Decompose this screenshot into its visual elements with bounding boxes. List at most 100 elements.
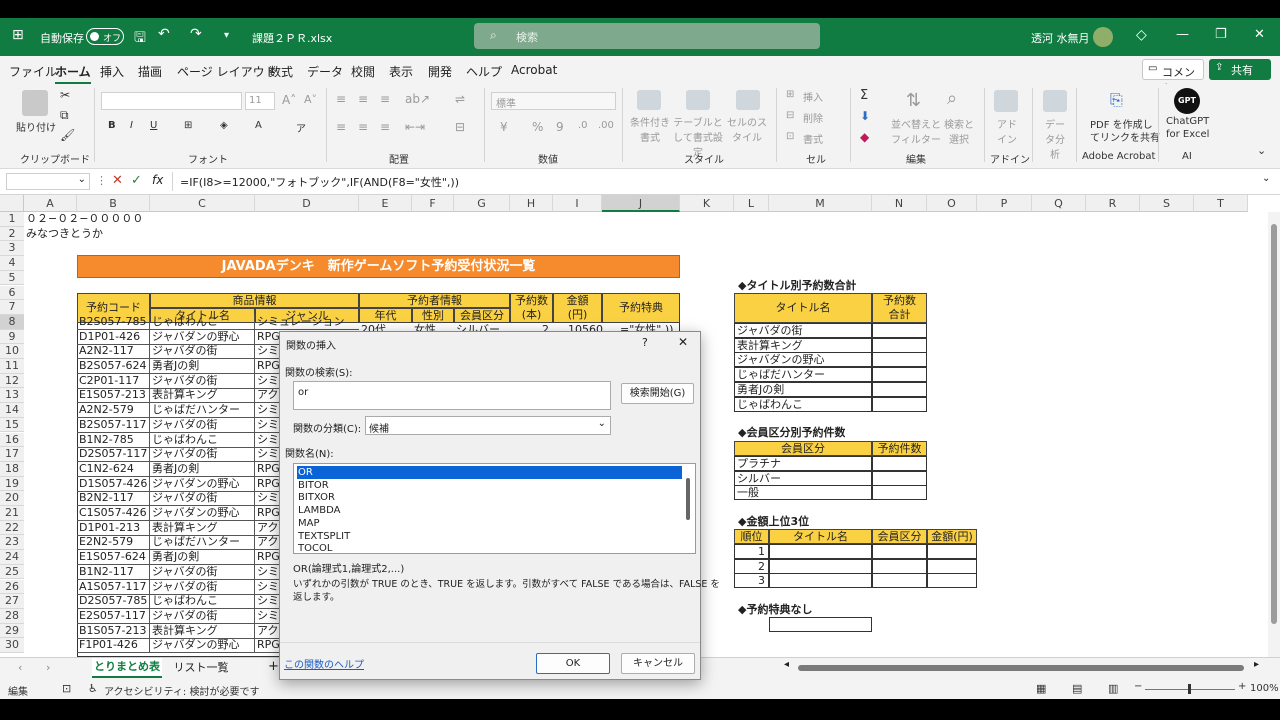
expand-formula-icon[interactable]: ⌄ [1262, 173, 1270, 184]
header-sex[interactable]: 性別 [412, 308, 454, 323]
cell-title[interactable]: ジャバダの街 [150, 447, 255, 463]
cell-code[interactable]: A2N2-579 [77, 403, 150, 419]
redo-icon[interactable]: ↷ [190, 26, 202, 42]
cell-code[interactable]: D2S057-785 [77, 594, 150, 610]
side3-header-member[interactable]: 会員区分 [872, 529, 927, 544]
cell-title[interactable]: ジャバダの街 [150, 579, 255, 595]
name-box[interactable]: ⌄ [6, 173, 90, 190]
side3_rows-cell[interactable] [769, 558, 872, 574]
bold-icon[interactable]: B [108, 120, 116, 131]
side2_rows-cell[interactable]: シルバー [734, 470, 872, 486]
sort-filter-icon[interactable]: ⇅ [906, 90, 921, 111]
autosave-toggle[interactable]: オフ [86, 28, 124, 45]
font-size-select[interactable]: 11 [245, 92, 275, 110]
cell-title[interactable]: じゃばわんこ [150, 432, 255, 448]
column-header-d[interactable]: D [255, 195, 359, 212]
restore-icon[interactable]: ❐ [1215, 27, 1227, 42]
side1-header-title[interactable]: タイトル名 [734, 293, 872, 323]
header-qty[interactable]: 予約数 (本) [510, 293, 553, 323]
align-center-icon[interactable]: ≡ [358, 120, 368, 134]
close-window-icon[interactable]: ✕ [1254, 27, 1265, 42]
row-header-19[interactable]: 19 [0, 476, 24, 492]
side3_rows-cell[interactable]: 3 [734, 573, 769, 589]
side2_rows-cell[interactable] [872, 485, 927, 501]
row-header-25[interactable]: 25 [0, 564, 24, 580]
cell-title[interactable]: 勇者Jの剣 [150, 461, 255, 477]
function-item-textsplit[interactable]: TEXTSPLIT [297, 530, 682, 543]
insert-cells-icon[interactable]: ⊞ [786, 89, 794, 100]
accessibility-icon[interactable]: ♿ [88, 682, 98, 695]
side3_rows-cell[interactable] [872, 558, 927, 574]
row-header-23[interactable]: 23 [0, 535, 24, 551]
column-header-g[interactable]: G [454, 195, 510, 212]
side3_rows-cell[interactable] [769, 573, 872, 589]
cell-title[interactable]: 表計算キング [150, 388, 255, 404]
side3_rows-cell[interactable]: 1 [734, 544, 769, 559]
header-product[interactable]: 商品情報 [150, 293, 359, 308]
column-header-e[interactable]: E [359, 195, 412, 212]
cell-code[interactable]: E1S057-213 [77, 388, 150, 404]
side2_rows-cell[interactable]: 一般 [734, 485, 872, 501]
header-age[interactable]: 年代 [359, 308, 412, 323]
cell-a2[interactable]: みなつきとうか [24, 227, 103, 241]
column-header-n[interactable]: N [872, 195, 927, 212]
align-top-icon[interactable]: ≡ [336, 92, 346, 106]
column-header-o[interactable]: O [927, 195, 977, 212]
column-header-k[interactable]: K [680, 195, 734, 212]
function-help-link[interactable]: この関数のヘルプ [284, 656, 364, 671]
row-header-30[interactable]: 30 [0, 638, 24, 653]
banner-title[interactable]: JAVADAデンキ 新作ゲームソフト予約受付状況一覧 [77, 255, 680, 278]
cell-code[interactable]: A1S057-117 [77, 579, 150, 595]
header-amount[interactable]: 金額 (円) [553, 293, 602, 323]
align-left-icon[interactable]: ≡ [336, 120, 346, 134]
side1_rows-cell[interactable] [872, 352, 927, 368]
number-format-select[interactable]: 標準 [491, 92, 616, 110]
file-name[interactable]: 課題２ＰＲ.xlsx [252, 30, 332, 46]
column-header-r[interactable]: R [1086, 195, 1140, 212]
scroll-left-icon[interactable]: ◂ [784, 659, 789, 670]
zoom-out-icon[interactable]: − [1134, 681, 1142, 692]
cell-genre[interactable]: シミュレーション [255, 315, 359, 330]
no-bonus-cell[interactable] [769, 617, 872, 632]
tab-draw[interactable]: 描画 [138, 63, 162, 80]
font-name-select[interactable] [101, 92, 242, 110]
row-header-2[interactable]: 2 [0, 226, 24, 242]
wrap-text-icon[interactable]: ⇌ [455, 92, 465, 106]
cell-title[interactable]: じゃばわんこ [150, 314, 255, 330]
cell-title[interactable]: 表計算キング [150, 520, 255, 536]
decimal-dec-icon[interactable]: .00 [598, 120, 614, 131]
data-analysis-label[interactable]: データ分析 [1043, 116, 1067, 161]
page-break-view-icon[interactable]: ▥ [1108, 682, 1118, 695]
find-select-label[interactable]: 検索と選択 [940, 116, 978, 146]
row-header-20[interactable]: 20 [0, 491, 24, 506]
row-header-21[interactable]: 21 [0, 506, 24, 521]
column-header-a[interactable]: A [24, 195, 77, 212]
side-title-top3[interactable]: ◆金額上位3位 [736, 515, 809, 529]
row-header-3[interactable]: 3 [0, 241, 24, 257]
side1_rows-cell[interactable] [872, 337, 927, 353]
name-box-dropdown-icon[interactable]: ⌄ [78, 174, 86, 185]
column-header-m[interactable]: M [769, 195, 872, 212]
cell-title[interactable]: ジャバダンの野心 [150, 638, 255, 654]
tab-page-layout[interactable]: ページ レイアウト [177, 63, 277, 80]
tab-developer[interactable]: 開発 [428, 63, 452, 80]
pdf-link-icon[interactable]: ⎘ [1110, 90, 1123, 110]
cell-code[interactable]: B2N2-117 [77, 491, 150, 507]
chatgpt-label-2[interactable]: for Excel [1166, 129, 1209, 140]
customize-qat-icon[interactable]: ▾ [224, 30, 229, 41]
side3_rows-cell[interactable] [927, 558, 977, 574]
conditional-format-label[interactable]: 条件付き書式 [630, 114, 670, 144]
copy-icon[interactable]: ⧉ [60, 108, 69, 123]
select-all-corner[interactable] [0, 195, 24, 212]
vertical-scroll-thumb[interactable] [1271, 224, 1277, 624]
align-right-icon[interactable]: ≡ [380, 120, 390, 134]
side1_rows-cell[interactable]: 表計算キング [734, 337, 872, 353]
function-item-or[interactable]: OR [297, 466, 682, 479]
cell-code[interactable]: B2S057-785 [77, 314, 150, 330]
side-title-no-bonus[interactable]: ◆予約特典なし [736, 603, 812, 617]
cell-code[interactable]: C2P01-117 [77, 373, 150, 389]
indent-icon[interactable]: ⇤⇥ [405, 120, 425, 134]
side2_rows-cell[interactable] [872, 470, 927, 486]
ok-button[interactable]: OK [536, 653, 610, 674]
side2-header-count[interactable]: 予約件数 [872, 441, 927, 456]
